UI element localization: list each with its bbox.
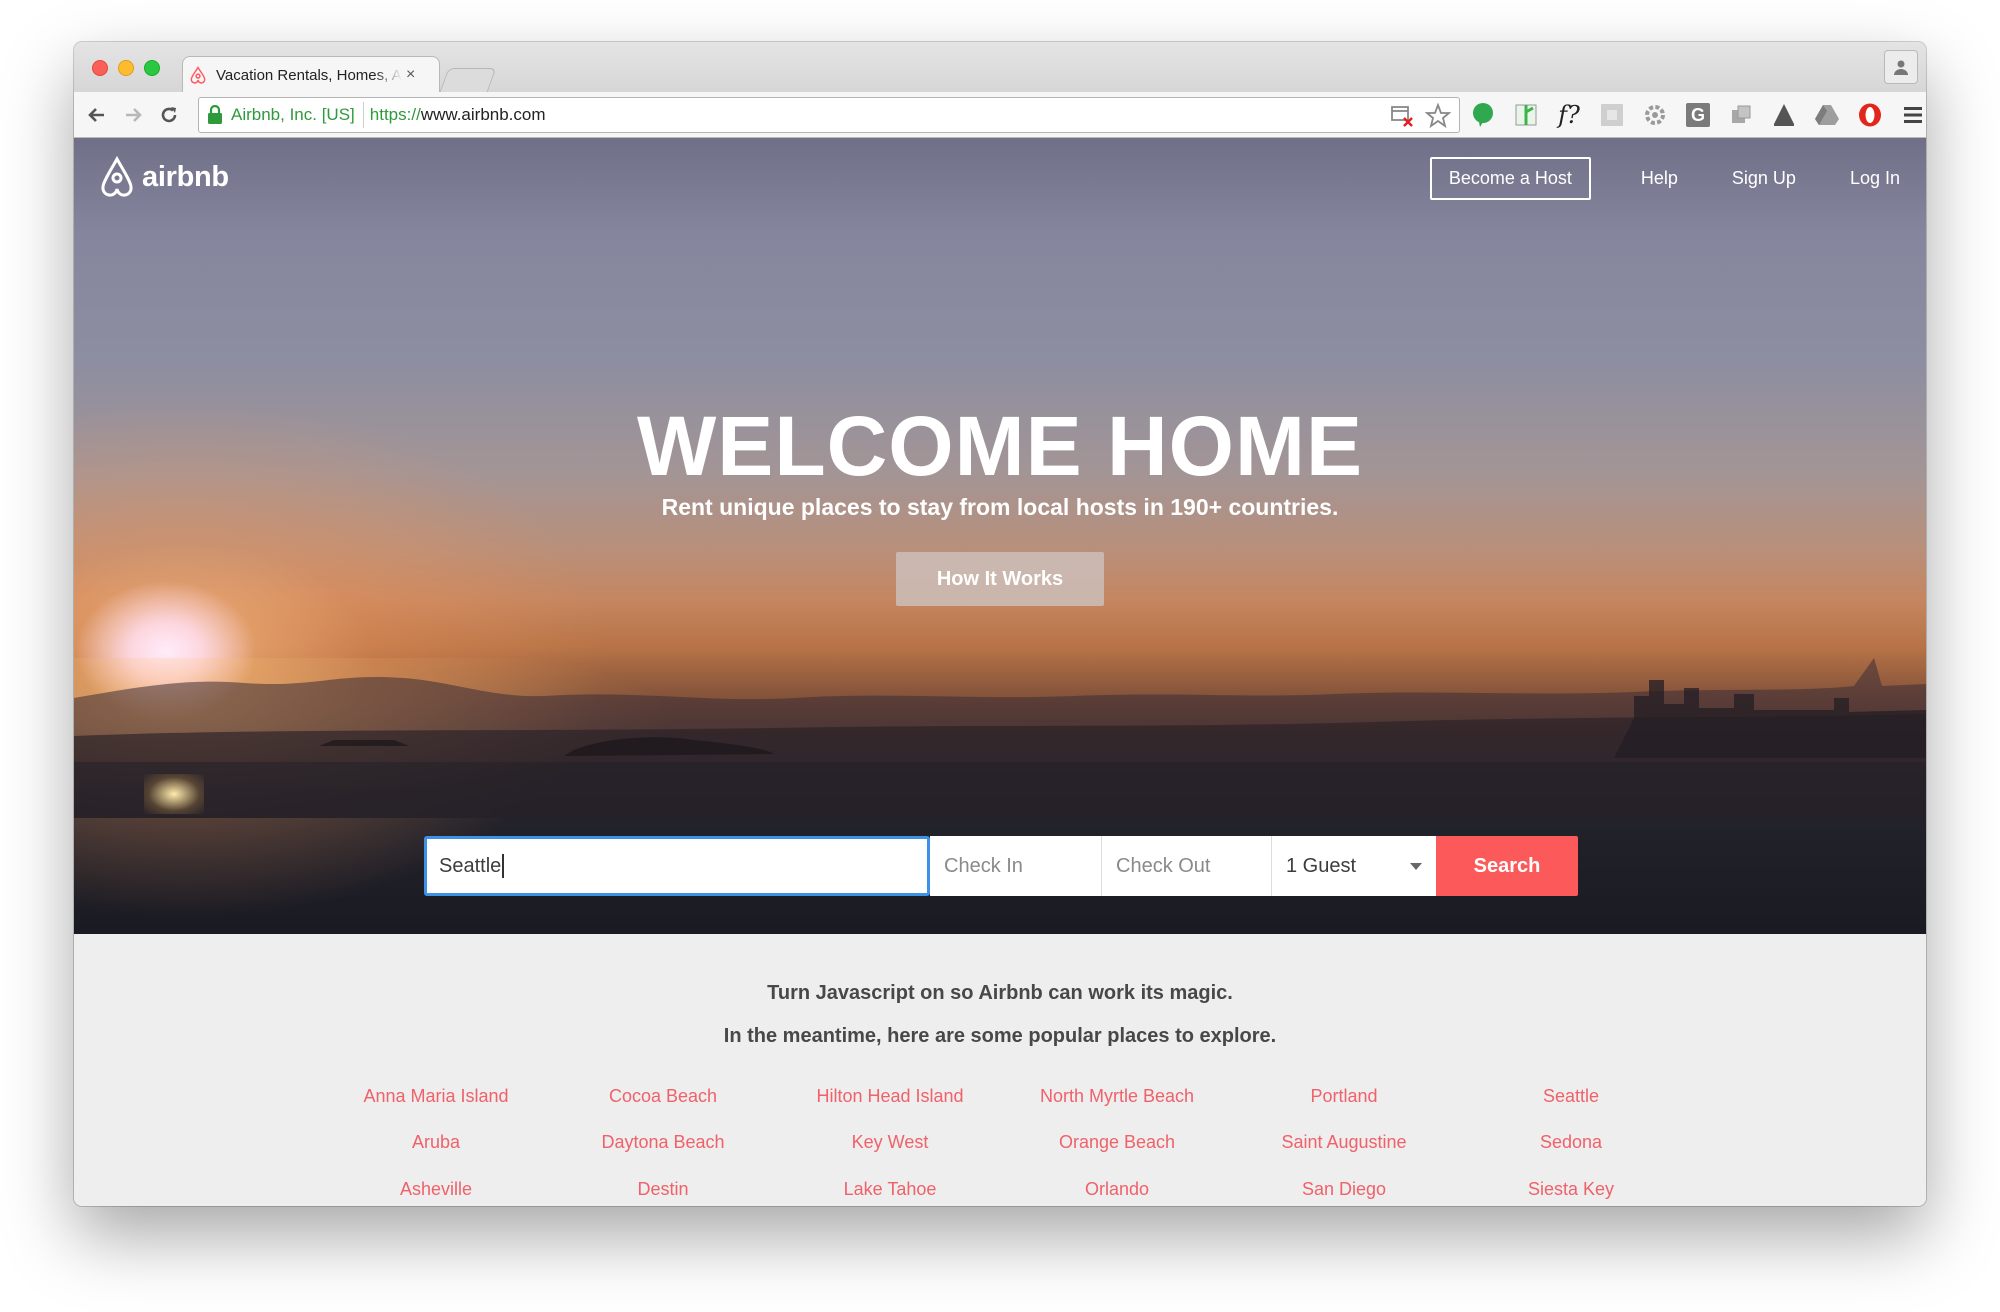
tab-close-icon[interactable]: × xyxy=(406,66,415,84)
tab-strip: Vacation Rentals, Homes, Apartments & Ro… xyxy=(74,42,1926,94)
popular-place-link[interactable]: Sedona xyxy=(1461,1132,1681,1153)
hero-title: WELCOME HOME xyxy=(637,399,1363,493)
ext-puzzle-icon[interactable] xyxy=(1726,100,1756,130)
text-caret xyxy=(502,854,504,878)
guests-value: 1 Guest xyxy=(1286,854,1357,877)
popular-place-link[interactable]: Orange Beach xyxy=(1007,1132,1227,1153)
url-scheme: https:// xyxy=(369,105,421,124)
check-out-placeholder: Check Out xyxy=(1116,854,1211,877)
browser-toolbar: Airbnb, Inc. [US] https:// www.airbnb.co… xyxy=(74,92,1926,138)
back-button[interactable] xyxy=(84,102,110,128)
browser-tab-content[interactable]: Vacation Rentals, Homes, Apartments & Ro… xyxy=(188,60,424,90)
profile-button[interactable] xyxy=(1884,50,1918,84)
hero-section: airbnb Become a Host Help Sign Up Log In… xyxy=(74,138,1926,934)
menu-icon[interactable] xyxy=(1898,100,1926,130)
ext-gray-square-icon[interactable] xyxy=(1597,100,1627,130)
guests-select[interactable]: 1 Guest xyxy=(1272,836,1436,896)
ev-certificate-label[interactable]: Airbnb, Inc. [US] xyxy=(231,102,364,128)
explore-section: Turn Javascript on so Airbnb can work it… xyxy=(74,934,1926,1206)
popular-place-link[interactable]: Anna Maria Island xyxy=(326,1086,546,1107)
popular-place-link[interactable]: Key West xyxy=(780,1132,1000,1153)
hills-silhouette xyxy=(74,658,1926,818)
how-it-works-button[interactable]: How It Works xyxy=(896,552,1104,606)
site-header: airbnb Become a Host Help Sign Up Log In xyxy=(74,138,1926,218)
header-nav: Become a Host Help Sign Up Log In xyxy=(1429,157,1900,200)
evernote-icon[interactable] xyxy=(1468,100,1498,130)
browser-window: Vacation Rentals, Homes, Apartments & Ro… xyxy=(74,42,1926,1206)
popular-place-link[interactable]: Destin xyxy=(553,1179,773,1200)
airbnb-belo-icon xyxy=(101,156,133,197)
drive-icon[interactable] xyxy=(1812,100,1842,130)
blocked-popup-icon[interactable] xyxy=(1389,103,1415,129)
check-in-field[interactable]: Check In xyxy=(930,836,1102,896)
help-link[interactable]: Help xyxy=(1641,168,1678,189)
extensions-area: f? G xyxy=(1468,100,1926,130)
web-page: airbnb Become a Host Help Sign Up Log In… xyxy=(74,138,1926,1206)
popular-place-link[interactable]: Hilton Head Island xyxy=(780,1086,1000,1107)
popular-place-link[interactable]: San Diego xyxy=(1234,1179,1454,1200)
dropdown-arrow-icon xyxy=(1410,863,1422,870)
popular-place-link[interactable]: Orlando xyxy=(1007,1179,1227,1200)
formula-icon[interactable]: f? xyxy=(1554,100,1584,130)
address-bar[interactable]: Airbnb, Inc. [US] https:// www.airbnb.co… xyxy=(198,97,1460,133)
airbnb-favicon-icon xyxy=(190,66,206,84)
forward-arrow-icon xyxy=(126,108,142,122)
close-window-button[interactable] xyxy=(92,60,108,76)
new-tab-button[interactable] xyxy=(439,68,497,92)
check-in-placeholder: Check In xyxy=(944,854,1023,877)
zoom-window-button[interactable] xyxy=(144,60,160,76)
ext-green-icon[interactable] xyxy=(1511,100,1541,130)
popular-place-link[interactable]: Aruba xyxy=(326,1132,546,1153)
location-input[interactable]: Seattle xyxy=(424,836,930,896)
popular-place-link[interactable]: Lake Tahoe xyxy=(780,1179,1000,1200)
popular-places-grid: Anna Maria Island Cocoa Beach Hilton Head … xyxy=(74,934,1926,1206)
popular-place-link[interactable]: Saint Augustine xyxy=(1234,1132,1454,1153)
sun-reflection xyxy=(144,774,204,814)
sign-up-link[interactable]: Sign Up xyxy=(1732,168,1796,189)
star-icon[interactable] xyxy=(1425,103,1451,129)
popular-place-link[interactable]: Seattle xyxy=(1461,1086,1681,1107)
logo-text: airbnb xyxy=(142,160,229,193)
hero-subtitle: Rent unique places to stay from local ho… xyxy=(661,494,1339,520)
opera-icon[interactable] xyxy=(1855,100,1885,130)
check-out-field[interactable]: Check Out xyxy=(1102,836,1272,896)
back-arrow-icon xyxy=(88,108,104,122)
popular-place-link[interactable]: North Myrtle Beach xyxy=(1007,1086,1227,1107)
lock-icon xyxy=(208,105,222,124)
become-host-button[interactable]: Become a Host xyxy=(1429,157,1591,200)
popular-place-link[interactable]: Siesta Key xyxy=(1461,1179,1681,1200)
log-in-link[interactable]: Log In xyxy=(1850,168,1900,189)
popular-place-link[interactable]: Asheville xyxy=(326,1179,546,1200)
user-icon xyxy=(1894,60,1908,75)
ext-triangle-icon[interactable] xyxy=(1769,100,1799,130)
reload-button[interactable] xyxy=(156,102,182,128)
forward-button[interactable] xyxy=(120,102,146,128)
url-host: www.airbnb.com xyxy=(420,105,546,124)
search-button[interactable]: Search xyxy=(1436,836,1578,896)
tab-title: Vacation Rentals, Homes, Apartments & Ro… xyxy=(216,66,402,84)
popular-place-link[interactable]: Cocoa Beach xyxy=(553,1086,773,1107)
location-value: Seattle xyxy=(439,854,502,877)
airbnb-logo[interactable]: airbnb xyxy=(98,156,229,198)
reload-icon xyxy=(161,107,177,123)
popular-place-link[interactable]: Daytona Beach xyxy=(553,1132,773,1153)
grammarly-icon[interactable]: G xyxy=(1683,100,1713,130)
popular-place-link[interactable]: Portland xyxy=(1234,1086,1454,1107)
minimize-window-button[interactable] xyxy=(118,60,134,76)
search-bar: Seattle Check In Check Out 1 Guest Searc… xyxy=(424,836,1578,896)
settings-icon[interactable] xyxy=(1640,100,1670,130)
